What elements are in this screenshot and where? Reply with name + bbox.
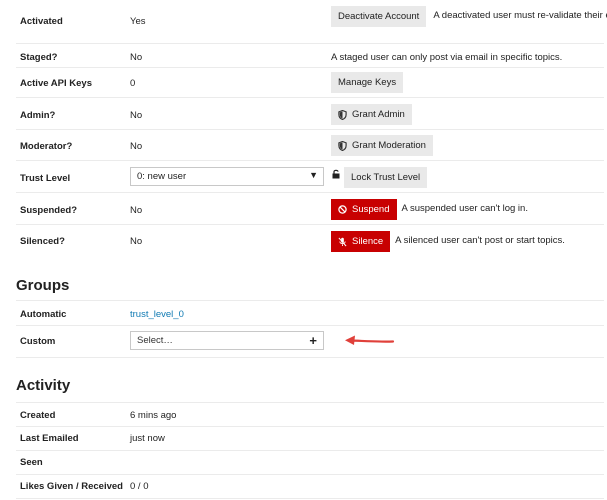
trust-level-select[interactable]: 0: new user ▼ — [130, 167, 324, 186]
row-groups-custom: Custom Select… + — [16, 326, 604, 358]
admin-value: No — [130, 110, 143, 121]
silenced-controls: Silence A silenced user can't post or st… — [331, 231, 565, 252]
silence-label: Silence — [352, 236, 384, 247]
red-arrow-annotation — [345, 335, 395, 345]
trust-level-selected: 0: new user — [137, 171, 187, 182]
row-seen: Seen — [16, 451, 604, 475]
grant-moderation-button[interactable]: Grant Moderation — [331, 135, 433, 156]
grant-admin-label: Grant Admin — [352, 109, 405, 120]
activated-note: A deactivated user must re-validate thei… — [433, 10, 607, 21]
unlock-icon — [332, 169, 340, 179]
silenced-value: No — [130, 236, 143, 247]
staged-label: Staged? — [20, 52, 58, 63]
shield-icon — [338, 109, 347, 120]
plus-icon: + — [309, 333, 317, 348]
activated-value: Yes — [130, 16, 146, 27]
admin-label: Admin? — [20, 110, 56, 121]
last-emailed-value: just now — [130, 433, 165, 444]
likes-label: Likes Given / Received — [20, 481, 123, 492]
activated-label: Activated — [20, 16, 63, 27]
api-keys-value: 0 — [130, 78, 136, 89]
row-staged: Staged? No A staged user can only post v… — [16, 44, 604, 68]
suspended-value: No — [130, 205, 143, 216]
staged-value: No — [130, 52, 143, 63]
row-silenced: Silenced? No Silence A silenced user can… — [16, 225, 604, 257]
trust-level-label: Trust Level — [20, 173, 71, 184]
created-value: 6 mins ago — [130, 410, 177, 421]
api-keys-controls: Manage Keys — [331, 72, 404, 93]
staged-note: A staged user can only post via email in… — [331, 52, 563, 63]
trust-level-controls: Lock Trust Level — [332, 167, 428, 188]
seen-label: Seen — [20, 457, 43, 468]
activity-heading: Activity — [16, 377, 71, 394]
row-activated: Activated Yes Deactivate Account A deact… — [16, 0, 607, 44]
moderator-controls: Grant Moderation — [331, 135, 433, 156]
likes-value: 0 / 0 — [130, 481, 149, 492]
row-last-emailed: Last Emailed just now — [16, 427, 604, 451]
suspend-label: Suspend — [352, 204, 390, 215]
row-created: Created 6 mins ago — [16, 402, 604, 427]
row-suspended: Suspended? No Suspend A suspended user c… — [16, 193, 604, 225]
created-label: Created — [20, 410, 56, 421]
caret-down-icon: ▼ — [309, 170, 318, 180]
shield-icon — [338, 140, 347, 151]
groups-heading: Groups — [16, 277, 70, 294]
suspend-button[interactable]: Suspend — [331, 199, 397, 220]
manage-keys-button[interactable]: Manage Keys — [331, 72, 404, 93]
row-likes: Likes Given / Received 0 / 0 — [16, 475, 604, 499]
last-emailed-label: Last Emailed — [20, 433, 79, 444]
silenced-label: Silenced? — [20, 236, 65, 247]
moderator-label: Moderator? — [20, 141, 73, 152]
activated-controls: Deactivate Account A deactivated user mu… — [331, 6, 607, 27]
row-moderator: Moderator? No Grant Moderation — [16, 130, 604, 161]
silence-button[interactable]: Silence — [331, 231, 391, 252]
grant-moderation-label: Grant Moderation — [352, 140, 426, 151]
suspended-note: A suspended user can't log in. — [401, 203, 528, 214]
api-keys-label: Active API Keys — [20, 78, 92, 89]
automatic-label: Automatic — [20, 309, 67, 320]
staged-controls: A staged user can only post via email in… — [331, 52, 562, 63]
admin-controls: Grant Admin — [331, 104, 412, 125]
suspended-label: Suspended? — [20, 205, 78, 216]
lock-trust-level-button[interactable]: Lock Trust Level — [344, 167, 428, 188]
custom-groups-select[interactable]: Select… + — [130, 331, 324, 350]
suspended-controls: Suspend A suspended user can't log in. — [331, 199, 528, 220]
trust-level-0-group-link[interactable]: trust_level_0 — [130, 309, 184, 320]
custom-label: Custom — [20, 336, 56, 347]
custom-groups-placeholder: Select… — [137, 335, 173, 346]
row-groups-automatic: Automatic trust_level_0 — [16, 300, 604, 326]
ban-icon — [338, 205, 347, 214]
grant-admin-button[interactable]: Grant Admin — [331, 104, 412, 125]
row-api-keys: Active API Keys 0 Manage Keys — [16, 68, 604, 98]
row-admin: Admin? No Grant Admin — [16, 98, 604, 130]
row-trust-level: Trust Level 0: new user ▼ Lock Trust Lev… — [16, 161, 604, 193]
deactivate-account-button[interactable]: Deactivate Account — [331, 6, 427, 27]
moderator-value: No — [130, 141, 143, 152]
silenced-note: A silenced user can't post or start topi… — [395, 235, 565, 246]
microphone-slash-icon — [338, 237, 347, 246]
